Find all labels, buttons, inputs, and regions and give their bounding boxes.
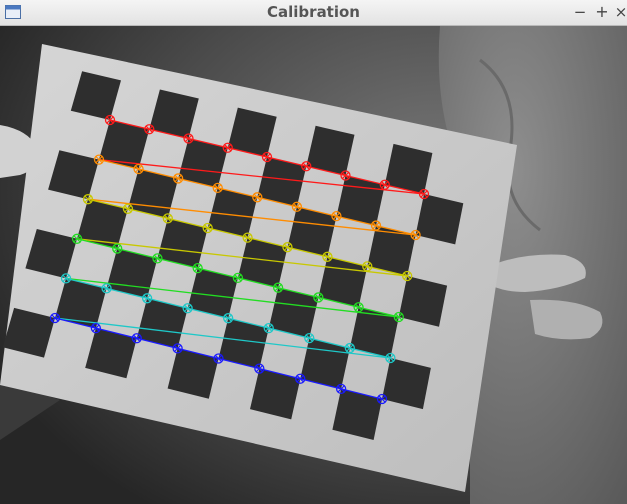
camera-frame bbox=[0, 26, 627, 504]
close-button[interactable]: × bbox=[611, 2, 627, 22]
maximize-button[interactable]: + bbox=[592, 2, 612, 22]
calibration-window: Calibration − + × bbox=[0, 0, 627, 504]
window-title: Calibration bbox=[267, 3, 360, 21]
minimize-button[interactable]: − bbox=[570, 2, 590, 22]
camera-view bbox=[0, 26, 627, 504]
minimize-icon: − bbox=[573, 3, 587, 21]
maximize-icon: + bbox=[595, 2, 609, 21]
title-bar[interactable]: Calibration − + × bbox=[0, 0, 627, 26]
close-icon: × bbox=[614, 3, 627, 21]
